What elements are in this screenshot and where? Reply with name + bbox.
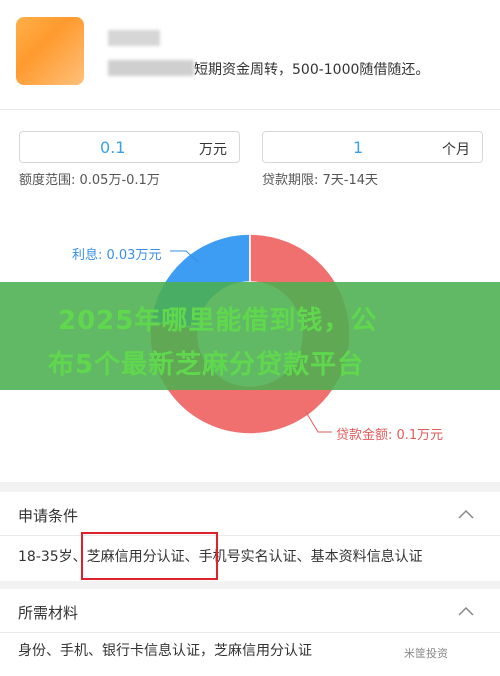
source-watermark: 米筐投资 [404, 647, 448, 660]
banner-text-line1: 2025年哪里能借到钱，公 [58, 306, 378, 336]
chart-label-interest: 利息: 0.03万元 [72, 248, 162, 263]
conditions-header[interactable]: 申请条件 [0, 492, 500, 536]
amount-unit: 万元 [199, 142, 227, 158]
banner-text-line2: 布5个最新芝麻分贷款平台 [48, 350, 365, 380]
highlight-box [81, 532, 218, 580]
amount-input[interactable]: 0.1 万元 [19, 131, 240, 163]
term-unit: 个月 [442, 142, 470, 158]
term-input[interactable]: 1 个月 [262, 131, 483, 163]
product-header: 短期资金周转，500-1000随借随还。 [0, 0, 500, 110]
product-logo [16, 17, 84, 85]
product-desc-blurred [108, 60, 194, 76]
materials-text: 身份、手机、银行卡信息认证，芝麻信用分认证 [18, 643, 312, 659]
materials-title: 所需材料 [18, 604, 79, 622]
materials-header[interactable]: 所需材料 [0, 589, 500, 633]
term-range: 贷款期限: 7天-14天 [262, 173, 379, 188]
section-divider [0, 482, 500, 492]
amount-value: 0.1 [100, 138, 126, 157]
product-name-blurred [108, 30, 160, 46]
product-description: 短期资金周转，500-1000随借随还。 [194, 62, 430, 78]
conditions-text: 18-35岁、芝麻信用分认证、手机号实名认证、基本资料信息认证 [18, 549, 423, 565]
section-divider [0, 581, 500, 589]
term-value: 1 [353, 138, 364, 157]
conditions-title: 申请条件 [18, 507, 79, 525]
chevron-up-icon[interactable] [458, 603, 474, 619]
chart-label-amount: 贷款金额: 0.1万元 [336, 428, 444, 443]
amount-range: 额度范围: 0.05万-0.1万 [19, 173, 160, 188]
chevron-up-icon[interactable] [458, 506, 474, 522]
